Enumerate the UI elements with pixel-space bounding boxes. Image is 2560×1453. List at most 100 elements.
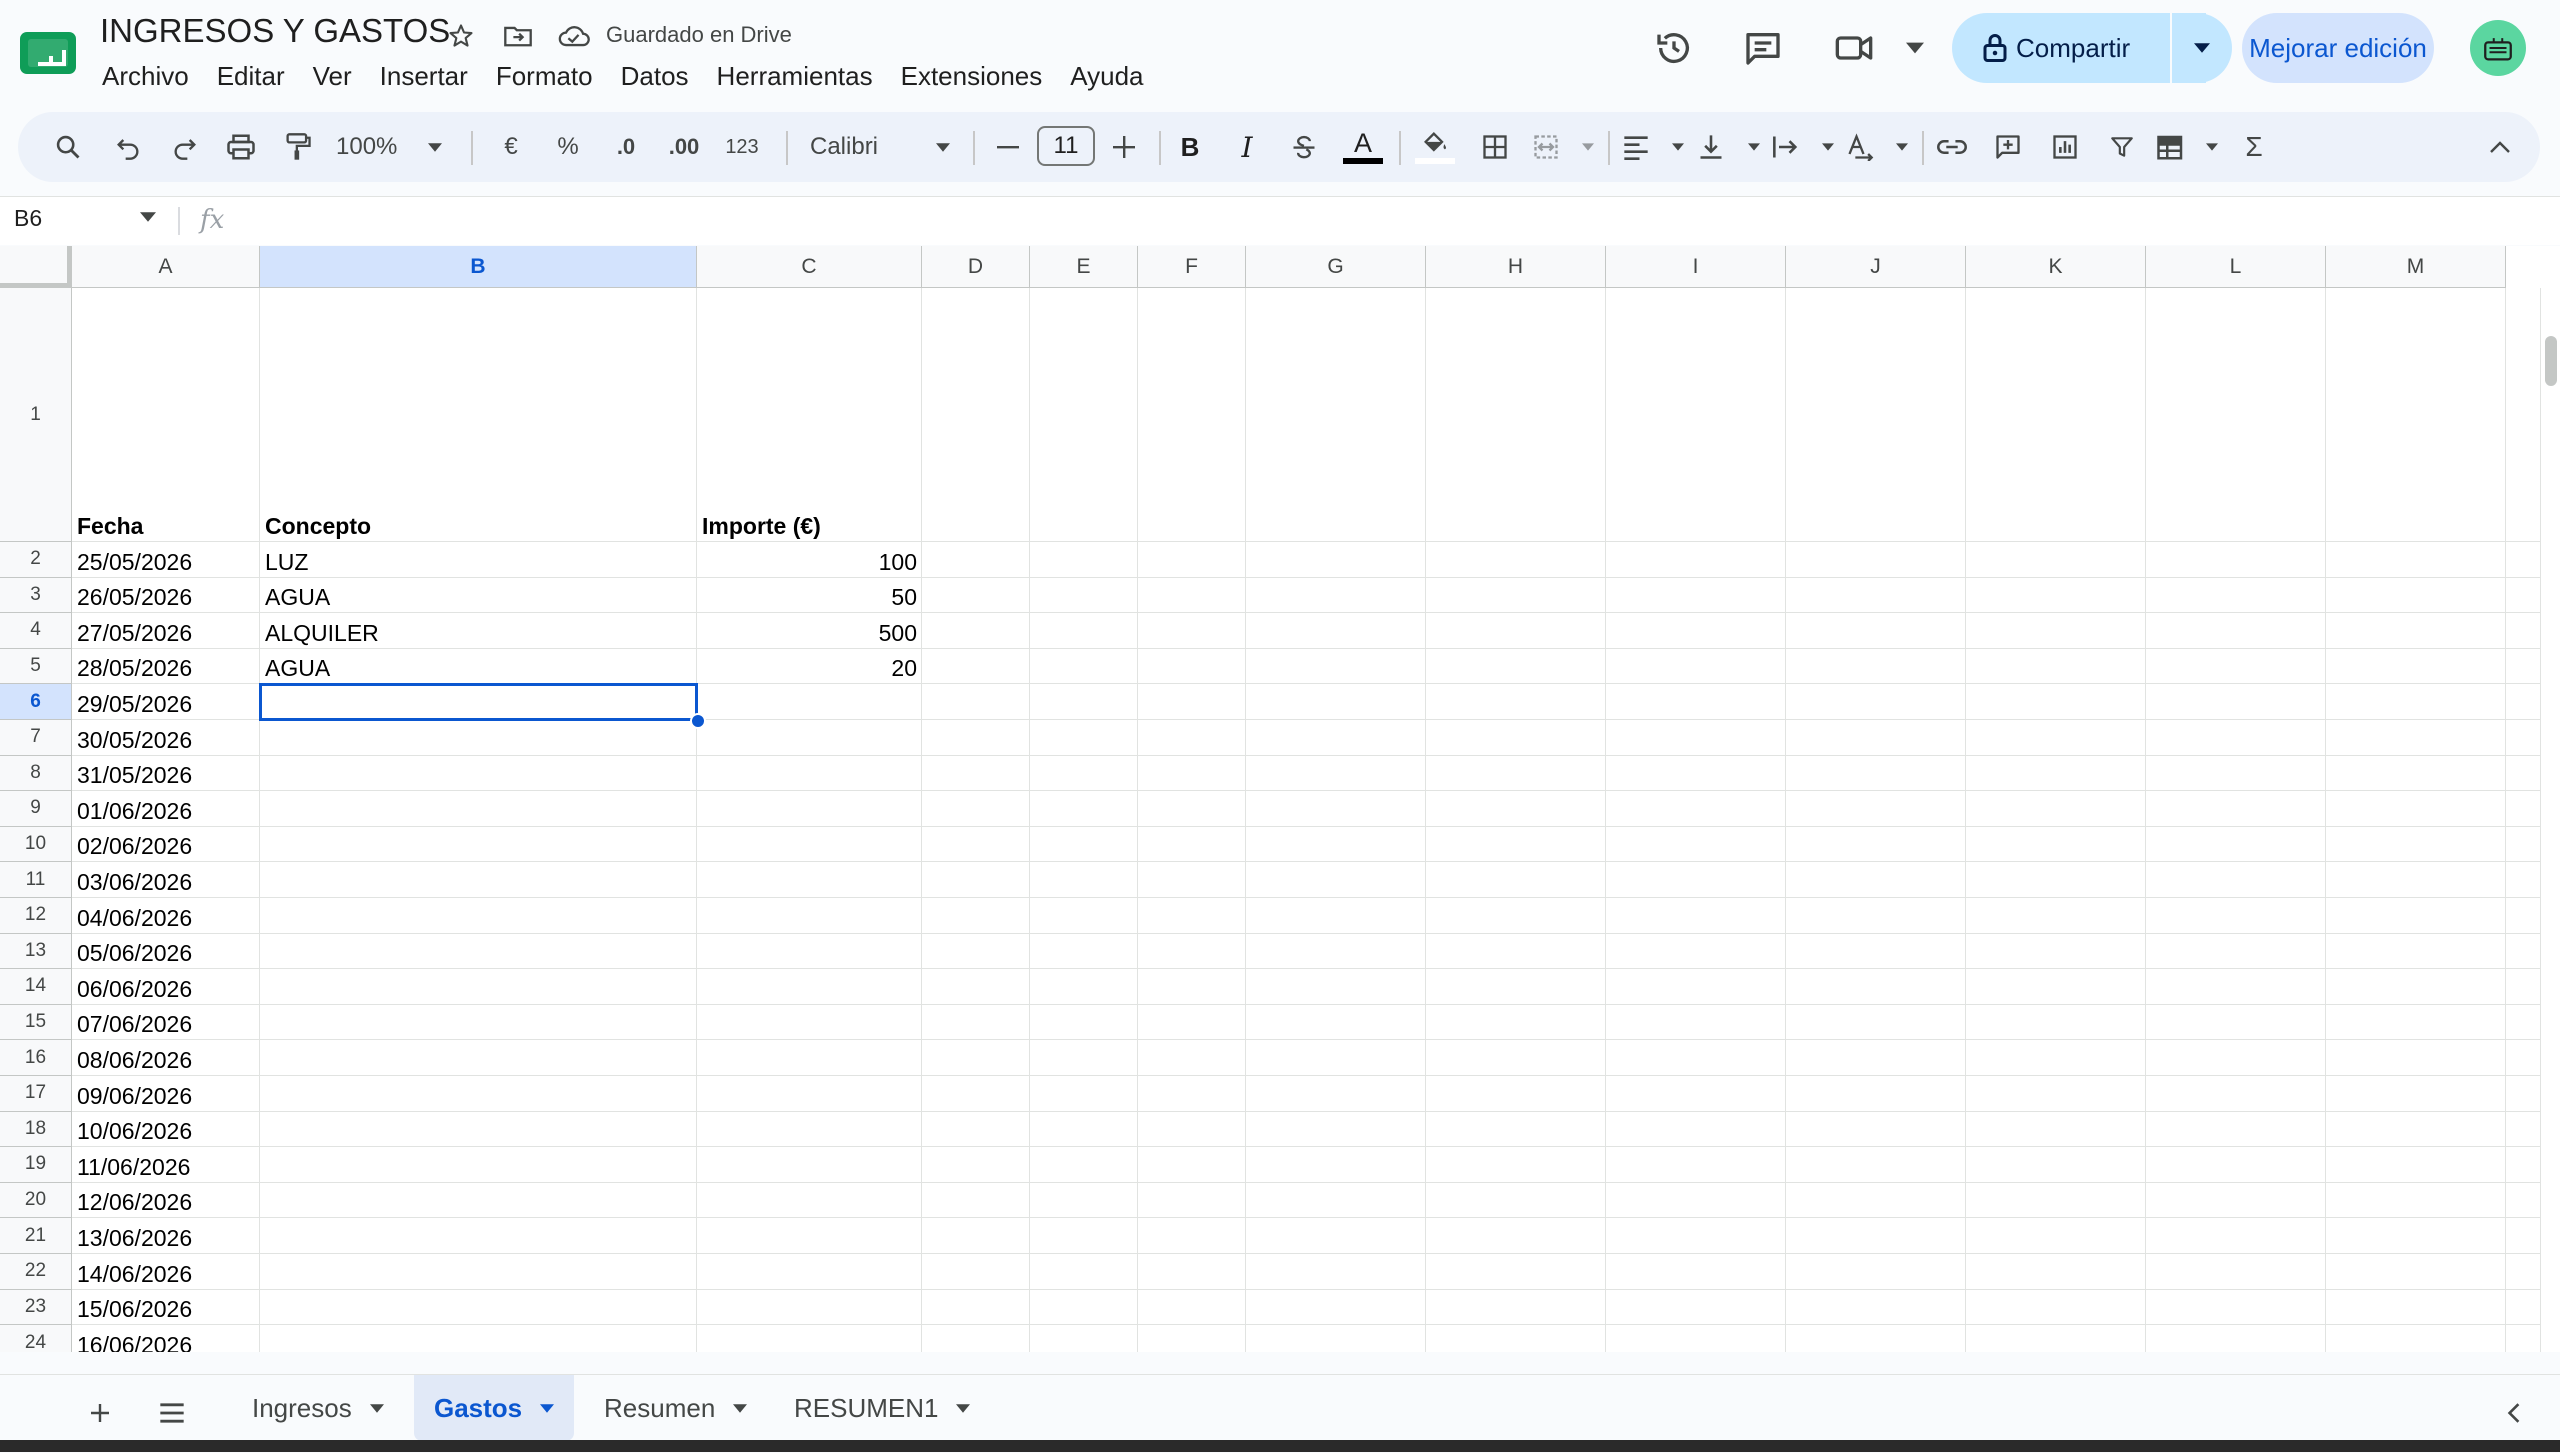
menu-datos[interactable]: Datos xyxy=(607,58,703,94)
row-header-23[interactable]: 23 xyxy=(0,1289,72,1326)
concept-cell[interactable] xyxy=(260,1325,697,1352)
concept-cell[interactable] xyxy=(260,1076,697,1112)
date-cell[interactable]: 05/06/2026 xyxy=(72,934,260,970)
date-cell[interactable]: 01/06/2026 xyxy=(72,791,260,827)
strikethrough-icon[interactable] xyxy=(1284,121,1324,173)
amount-cell[interactable] xyxy=(697,1147,922,1183)
header-cell-concepto[interactable]: Concepto xyxy=(260,288,697,542)
amount-cell[interactable] xyxy=(697,827,922,863)
menu-archivo[interactable]: Archivo xyxy=(88,58,203,94)
sheet-tab-resumen1[interactable]: RESUMEN1 xyxy=(774,1375,990,1441)
column-header-i[interactable]: I xyxy=(1606,246,1786,288)
date-cell[interactable]: 12/06/2026 xyxy=(72,1183,260,1219)
row-header-16[interactable]: 16 xyxy=(0,1040,72,1076)
caret-down-icon[interactable] xyxy=(369,1403,384,1413)
date-cell[interactable]: 10/06/2026 xyxy=(72,1112,260,1148)
row-header-17[interactable]: 17 xyxy=(0,1076,72,1112)
table-icon[interactable] xyxy=(2156,121,2218,173)
name-box[interactable]: B6 xyxy=(14,205,42,232)
decrease-decimals-button[interactable]: .0 xyxy=(602,121,650,173)
column-header-d[interactable]: D xyxy=(922,246,1030,288)
date-cell[interactable]: 31/05/2026 xyxy=(72,756,260,792)
row-header-24[interactable]: 24 xyxy=(0,1325,72,1352)
column-header-g[interactable]: G xyxy=(1246,246,1426,288)
amount-cell[interactable]: 20 xyxy=(697,649,922,685)
header-cell-fecha[interactable]: Fecha xyxy=(72,288,260,542)
increase-font-size-icon[interactable] xyxy=(1104,121,1144,173)
date-cell[interactable]: 07/06/2026 xyxy=(72,1005,260,1041)
amount-cell[interactable] xyxy=(697,1254,922,1290)
comments-icon[interactable] xyxy=(1737,22,1789,74)
link-icon[interactable] xyxy=(1932,121,1972,173)
row-header-14[interactable]: 14 xyxy=(0,969,72,1005)
amount-cell[interactable] xyxy=(697,1325,922,1352)
meet-video-icon[interactable] xyxy=(1834,22,1924,74)
row-header-10[interactable]: 10 xyxy=(0,826,72,863)
row-header-20[interactable]: 20 xyxy=(0,1182,72,1219)
concept-cell[interactable] xyxy=(260,791,697,827)
amount-cell[interactable] xyxy=(697,1040,922,1076)
decrease-font-size-icon[interactable] xyxy=(988,121,1028,173)
row-header-13[interactable]: 13 xyxy=(0,933,72,970)
concept-cell[interactable] xyxy=(260,827,697,863)
share-options-button[interactable] xyxy=(2170,13,2232,83)
align-left-icon[interactable] xyxy=(1622,121,1684,173)
concept-cell[interactable] xyxy=(260,1183,697,1219)
row-header-21[interactable]: 21 xyxy=(0,1218,72,1254)
amount-cell[interactable] xyxy=(697,1005,922,1041)
sheets-logo-icon[interactable] xyxy=(20,30,78,76)
share-button[interactable]: Compartir xyxy=(1952,13,2206,83)
concept-cell[interactable] xyxy=(260,720,697,756)
print-icon[interactable] xyxy=(221,121,261,173)
column-header-l[interactable]: L xyxy=(2146,246,2326,288)
merge-cells-icon[interactable] xyxy=(1532,121,1594,173)
percent-format-button[interactable]: % xyxy=(548,121,588,173)
column-header-j[interactable]: J xyxy=(1786,246,1966,288)
save-status[interactable]: Guardado en Drive xyxy=(606,22,792,48)
move-to-folder-icon[interactable] xyxy=(500,18,536,54)
cloud-saved-icon[interactable] xyxy=(556,18,592,54)
star-icon[interactable] xyxy=(443,18,479,54)
column-header-h[interactable]: H xyxy=(1426,246,1606,288)
concept-cell[interactable] xyxy=(260,898,697,934)
concept-cell[interactable] xyxy=(260,1290,697,1326)
avatar-icon[interactable] xyxy=(2470,20,2526,76)
row-header-9[interactable]: 9 xyxy=(0,791,72,827)
concept-cell[interactable] xyxy=(260,1040,697,1076)
document-title[interactable]: INGRESOS Y GASTOS xyxy=(100,12,450,50)
concept-cell[interactable]: AGUA xyxy=(260,649,697,685)
add-sheet-icon[interactable] xyxy=(76,1389,124,1437)
select-all-corner[interactable] xyxy=(0,246,72,288)
concept-cell[interactable] xyxy=(260,756,697,792)
menu-ayuda[interactable]: Ayuda xyxy=(1056,58,1157,94)
date-cell[interactable]: 13/06/2026 xyxy=(72,1218,260,1254)
paint-format-icon[interactable] xyxy=(278,121,318,173)
valign-bottom-icon[interactable] xyxy=(1698,121,1760,173)
concept-cell[interactable] xyxy=(260,1218,697,1254)
date-cell[interactable]: 14/06/2026 xyxy=(72,1254,260,1290)
column-header-b[interactable]: B xyxy=(260,246,697,288)
concept-cell[interactable] xyxy=(260,1254,697,1290)
amount-cell[interactable] xyxy=(697,969,922,1005)
chart-icon[interactable] xyxy=(2045,121,2085,173)
undo-icon[interactable] xyxy=(108,121,148,173)
caret-down-icon[interactable] xyxy=(540,1403,555,1413)
row-header-3[interactable]: 3 xyxy=(0,577,72,614)
concept-cell[interactable]: ALQUILER xyxy=(260,613,697,649)
amount-cell[interactable]: 500 xyxy=(697,613,922,649)
text-rotate-icon[interactable] xyxy=(1846,121,1908,173)
date-cell[interactable]: 28/05/2026 xyxy=(72,649,260,685)
vertical-scrollbar[interactable] xyxy=(2540,288,2560,1352)
row-header-5[interactable]: 5 xyxy=(0,648,72,685)
concept-cell[interactable] xyxy=(260,1147,697,1183)
italic-button[interactable]: I xyxy=(1227,121,1267,173)
amount-cell[interactable] xyxy=(697,898,922,934)
row-header-7[interactable]: 7 xyxy=(0,720,72,756)
row-header-18[interactable]: 18 xyxy=(0,1111,72,1148)
column-header-f[interactable]: F xyxy=(1138,246,1246,288)
amount-cell[interactable] xyxy=(697,1290,922,1326)
redo-icon[interactable] xyxy=(165,121,205,173)
caret-down-icon[interactable] xyxy=(733,1403,748,1413)
date-cell[interactable]: 25/05/2026 xyxy=(72,542,260,578)
comment-add-icon[interactable] xyxy=(1988,121,2028,173)
